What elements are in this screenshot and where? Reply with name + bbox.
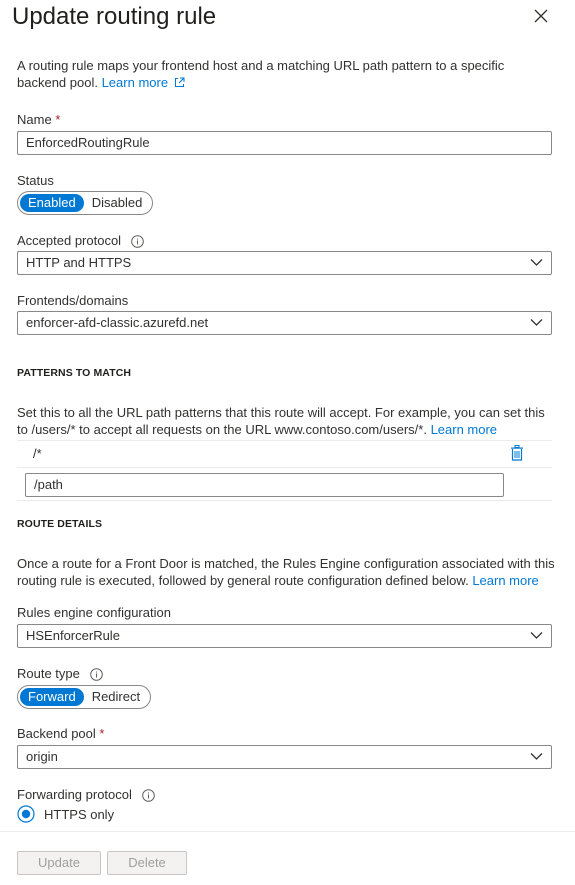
frontends-dropdown[interactable]: enforcer-afd-classic.azurefd.net [17,311,552,335]
pattern-item: /* [33,446,42,461]
divider [17,440,552,441]
update-button[interactable]: Update [17,851,101,875]
status-disabled-option[interactable]: Disabled [84,194,151,212]
accepted-protocol-label: Accepted protocol [17,232,144,249]
https-only-radio[interactable]: HTTPS only [17,805,114,823]
footer-divider [0,831,575,832]
route-type-toggle: Forward Redirect [17,685,151,709]
close-icon [534,9,548,23]
radio-selected-icon [17,805,35,823]
new-pattern-input[interactable]: /path [25,473,504,497]
required-mark: * [55,112,61,127]
patterns-learn-more-link[interactable]: Learn more [431,422,497,437]
delete-pattern-button[interactable] [510,445,524,466]
chevron-down-icon [530,319,543,326]
rules-engine-label: Rules engine configuration [17,605,171,620]
name-label: Name * [17,112,61,127]
accepted-protocol-value: HTTP and HTTPS [26,255,132,270]
route-details-heading: ROUTE DETAILS [17,518,103,530]
route-details-description: Once a route for a Front Door is matched… [17,556,555,588]
backend-pool-dropdown[interactable]: origin [17,745,552,769]
status-toggle: Enabled Disabled [17,191,153,215]
trash-icon [511,445,523,461]
chevron-down-icon [530,753,543,760]
route-type-label: Route type [17,665,103,682]
backend-pool-value: origin [26,749,58,764]
chevron-down-icon [530,259,543,266]
delete-button[interactable]: Delete [107,851,187,875]
route-type-redirect-option[interactable]: Redirect [84,688,148,706]
divider [17,467,552,468]
route-type-forward-option[interactable]: Forward [20,688,84,706]
intro-text: A routing rule maps your frontend host a… [17,57,537,91]
info-icon[interactable] [141,789,155,802]
patterns-heading: PATTERNS TO MATCH [17,367,132,379]
panel-title: Update routing rule [12,3,217,30]
intro-learn-more-link[interactable]: Learn more [102,75,185,90]
backend-pool-label: Backend pool * [17,726,105,741]
divider [17,500,552,501]
name-input[interactable]: EnforcedRoutingRule [17,131,552,155]
patterns-description: Set this to all the URL path patterns th… [17,405,545,437]
chevron-down-icon [530,632,543,639]
status-label: Status [17,173,54,188]
route-details-learn-more-link[interactable]: Learn more [472,573,538,588]
frontends-label: Frontends/domains [17,293,129,308]
info-icon[interactable] [130,235,144,248]
rules-engine-dropdown[interactable]: HSEnforcerRule [17,624,552,648]
frontends-value: enforcer-afd-classic.azurefd.net [26,315,209,330]
https-only-label: HTTPS only [44,806,115,822]
intro-description: A routing rule maps your frontend host a… [17,58,505,90]
close-button[interactable] [527,2,555,30]
required-mark: * [99,726,105,741]
rules-engine-value: HSEnforcerRule [26,628,120,643]
external-link-icon [174,77,185,87]
forwarding-protocol-label: Forwarding protocol [17,786,155,803]
info-icon[interactable] [89,668,103,681]
status-enabled-option[interactable]: Enabled [20,194,84,212]
accepted-protocol-dropdown[interactable]: HTTP and HTTPS [17,251,552,275]
